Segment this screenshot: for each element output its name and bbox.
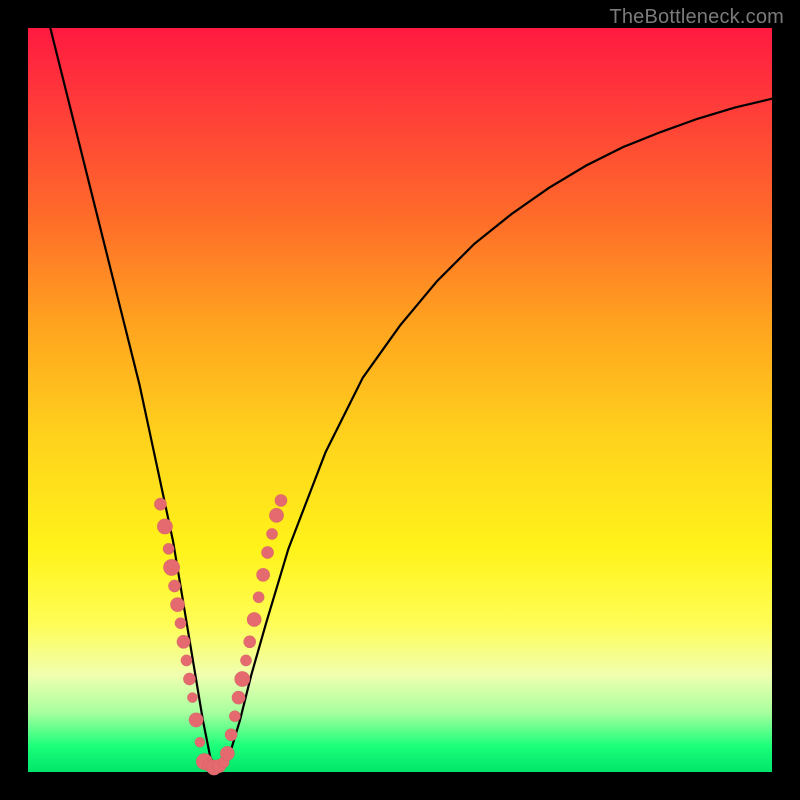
data-point xyxy=(220,746,235,761)
data-point xyxy=(243,636,255,648)
data-point xyxy=(177,635,191,649)
data-point xyxy=(168,580,180,592)
data-point xyxy=(247,612,262,627)
data-point xyxy=(170,597,185,612)
data-point xyxy=(163,559,180,576)
data-point xyxy=(234,671,250,687)
data-point xyxy=(183,673,195,685)
chart-svg xyxy=(28,28,772,772)
data-point xyxy=(240,655,251,666)
data-point xyxy=(163,543,174,554)
data-point xyxy=(232,691,246,705)
data-point xyxy=(189,713,204,728)
data-point xyxy=(253,591,264,602)
plot-area xyxy=(28,28,772,772)
data-point xyxy=(157,519,173,535)
scatter-points xyxy=(154,494,287,775)
data-point xyxy=(269,508,284,523)
data-point xyxy=(256,568,270,582)
bottleneck-curve xyxy=(50,28,772,772)
data-point xyxy=(261,546,273,558)
data-point xyxy=(154,498,166,510)
data-point xyxy=(229,710,240,721)
data-point xyxy=(181,655,192,666)
data-point xyxy=(266,528,277,539)
data-point xyxy=(225,729,237,741)
data-point xyxy=(275,494,287,506)
watermark-text: TheBottleneck.com xyxy=(609,6,784,29)
data-point xyxy=(195,737,205,747)
data-point xyxy=(187,692,197,702)
data-point xyxy=(175,617,186,628)
